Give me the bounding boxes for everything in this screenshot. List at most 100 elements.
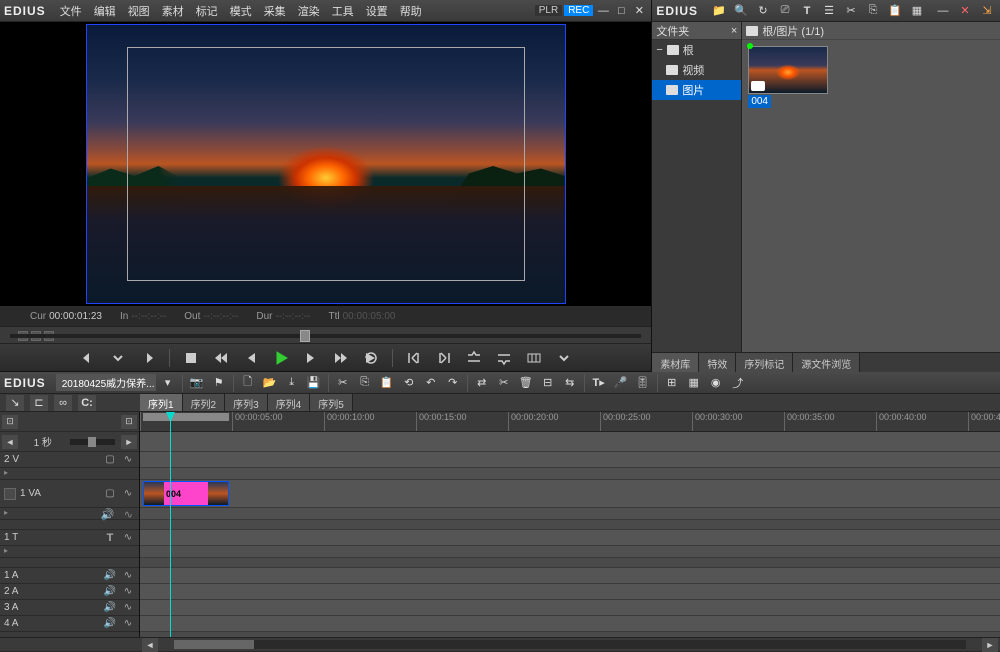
view-icon[interactable]: ▦ bbox=[908, 3, 926, 19]
audio-icon[interactable]: 🔊 bbox=[103, 602, 117, 614]
import-icon[interactable]: ⤓ bbox=[282, 375, 302, 391]
track-header[interactable]: 1 A🔊∿ bbox=[0, 568, 139, 584]
close-button[interactable]: ✕ bbox=[631, 3, 647, 19]
loop-button[interactable] bbox=[360, 348, 382, 368]
menu-help[interactable]: 帮助 bbox=[394, 3, 428, 19]
mode-trim[interactable]: ⊏ bbox=[30, 395, 48, 411]
prev-edit-button[interactable] bbox=[403, 348, 425, 368]
next-edit-button[interactable] bbox=[433, 348, 455, 368]
track-lane[interactable] bbox=[140, 452, 1000, 468]
copy-icon[interactable]: ⎘ bbox=[355, 375, 375, 391]
fx-icon[interactable]: ∿ bbox=[121, 570, 135, 582]
dropdown-icon[interactable] bbox=[107, 348, 129, 368]
fx-icon[interactable]: ∿ bbox=[121, 586, 135, 598]
set-in-button[interactable] bbox=[77, 348, 99, 368]
tab-effects[interactable]: 特效 bbox=[699, 353, 736, 372]
paste-icon[interactable]: 📋 bbox=[886, 3, 904, 19]
fx-icon[interactable]: ∿ bbox=[121, 532, 135, 544]
timeline-clip[interactable]: 004 bbox=[143, 481, 229, 506]
seq-tab[interactable]: 序列5 bbox=[310, 394, 353, 411]
tc-ttl[interactable]: 00:00:05:00 bbox=[343, 311, 396, 322]
cut-icon[interactable]: ✂ bbox=[842, 3, 860, 19]
marker-lane[interactable] bbox=[140, 432, 1000, 452]
scale-slider[interactable] bbox=[70, 439, 116, 445]
refresh-icon[interactable]: ↻ bbox=[754, 3, 772, 19]
layout-icon[interactable]: ▦ bbox=[684, 375, 704, 391]
mode-normal[interactable]: ↘ bbox=[6, 395, 24, 411]
patch-a-button[interactable]: ⊡ bbox=[121, 415, 137, 429]
project-name[interactable]: 20180425威力保养... bbox=[56, 374, 156, 391]
render-icon[interactable]: ◉ bbox=[706, 375, 726, 391]
snapshot-icon[interactable]: 📷 bbox=[187, 375, 207, 391]
paste-icon[interactable]: 📋 bbox=[377, 375, 397, 391]
fx-icon[interactable]: ∿ bbox=[121, 488, 135, 500]
bin-clip[interactable]: 004 bbox=[748, 46, 828, 108]
track-sublane[interactable] bbox=[140, 546, 1000, 558]
tree-item[interactable]: 视频 bbox=[652, 60, 741, 80]
close-button[interactable]: ✕ bbox=[956, 3, 974, 19]
audio-icon[interactable]: 🔊 bbox=[103, 570, 117, 582]
redo-icon[interactable]: ↷ bbox=[443, 375, 463, 391]
copy-icon[interactable]: ⎘ bbox=[864, 3, 882, 19]
capture-icon[interactable]: ⎚ bbox=[776, 3, 794, 19]
menu-mode[interactable]: 模式 bbox=[224, 3, 258, 19]
track-expand[interactable]: ▸ bbox=[0, 546, 139, 558]
menu-capture[interactable]: 采集 bbox=[258, 3, 292, 19]
mode-icon[interactable]: ⚑ bbox=[209, 375, 229, 391]
menu-clip[interactable]: 素材 bbox=[156, 3, 190, 19]
toggle-icon[interactable]: ⊞ bbox=[662, 375, 682, 391]
scroll-track[interactable] bbox=[174, 640, 966, 649]
video-icon[interactable]: ▢ bbox=[103, 488, 117, 500]
delete-icon[interactable]: 🗑 bbox=[516, 375, 536, 391]
tc-cur[interactable]: 00:00:01:23 bbox=[49, 311, 102, 322]
export-icon[interactable]: ⤴ bbox=[728, 375, 748, 391]
timeline-scrollbar[interactable]: ◄ ► bbox=[0, 637, 1000, 651]
track-lane[interactable] bbox=[140, 616, 1000, 632]
title-icon[interactable]: T bbox=[103, 532, 117, 544]
overwrite-button[interactable] bbox=[493, 348, 515, 368]
tab-markers[interactable]: 序列标记 bbox=[736, 353, 793, 372]
fx-icon[interactable]: ∿ bbox=[121, 618, 135, 630]
title-icon[interactable]: T bbox=[798, 3, 816, 19]
mode-rec[interactable]: REC bbox=[564, 5, 593, 16]
patch-v-button[interactable]: ⊡ bbox=[2, 415, 18, 429]
scroll-thumb[interactable] bbox=[174, 640, 254, 649]
menu-marker[interactable]: 标记 bbox=[190, 3, 224, 19]
patch-button[interactable] bbox=[4, 488, 16, 500]
rewind-button[interactable] bbox=[210, 348, 232, 368]
seq-tab[interactable]: 序列4 bbox=[268, 394, 311, 411]
track-lane[interactable] bbox=[140, 530, 1000, 546]
insert-button[interactable] bbox=[463, 348, 485, 368]
seq-tab[interactable]: 序列3 bbox=[225, 394, 268, 411]
voice-icon[interactable]: 🎤 bbox=[611, 375, 631, 391]
slide-icon[interactable]: ⇆ bbox=[560, 375, 580, 391]
next-frame-button[interactable] bbox=[300, 348, 322, 368]
fast-forward-button[interactable] bbox=[330, 348, 352, 368]
track-lane[interactable] bbox=[140, 584, 1000, 600]
seq-tab[interactable]: 序列1 bbox=[140, 394, 183, 411]
undo-icon[interactable]: ↶ bbox=[421, 375, 441, 391]
time-ruler[interactable]: 00:00:00:00 00:00:05:00 00:00:10:00 00:0… bbox=[140, 412, 1000, 432]
tree-root[interactable]: −根 bbox=[652, 40, 741, 60]
zoom-in-button[interactable]: ► bbox=[121, 435, 137, 449]
fx-icon[interactable]: ∿ bbox=[121, 454, 135, 466]
track-sublane[interactable] bbox=[140, 508, 1000, 520]
mode-plr[interactable]: PLR bbox=[535, 5, 562, 16]
tc-dur[interactable]: --:--:--:-- bbox=[276, 311, 311, 322]
tc-out[interactable]: --:--:--:-- bbox=[203, 311, 238, 322]
video-monitor[interactable] bbox=[0, 22, 651, 306]
mode-group[interactable]: C: bbox=[78, 395, 96, 411]
dropdown-icon[interactable] bbox=[553, 348, 575, 368]
zoom-out-button[interactable]: ◄ bbox=[2, 435, 18, 449]
video-icon[interactable]: ▢ bbox=[103, 454, 117, 466]
minimize-button[interactable]: — bbox=[595, 3, 611, 19]
track-expand[interactable]: ▸ 🔊 ∿ bbox=[0, 508, 139, 520]
track-lane[interactable] bbox=[140, 600, 1000, 616]
trim-icon[interactable]: ⊟ bbox=[538, 375, 558, 391]
track-lane[interactable]: 004 bbox=[140, 480, 1000, 508]
title-icon[interactable]: T▸ bbox=[589, 375, 609, 391]
close-icon[interactable]: × bbox=[731, 25, 737, 37]
menu-render[interactable]: 渲染 bbox=[292, 3, 326, 19]
dropdown-icon[interactable]: ▾ bbox=[158, 375, 178, 391]
maximize-button[interactable]: □ bbox=[613, 3, 629, 19]
